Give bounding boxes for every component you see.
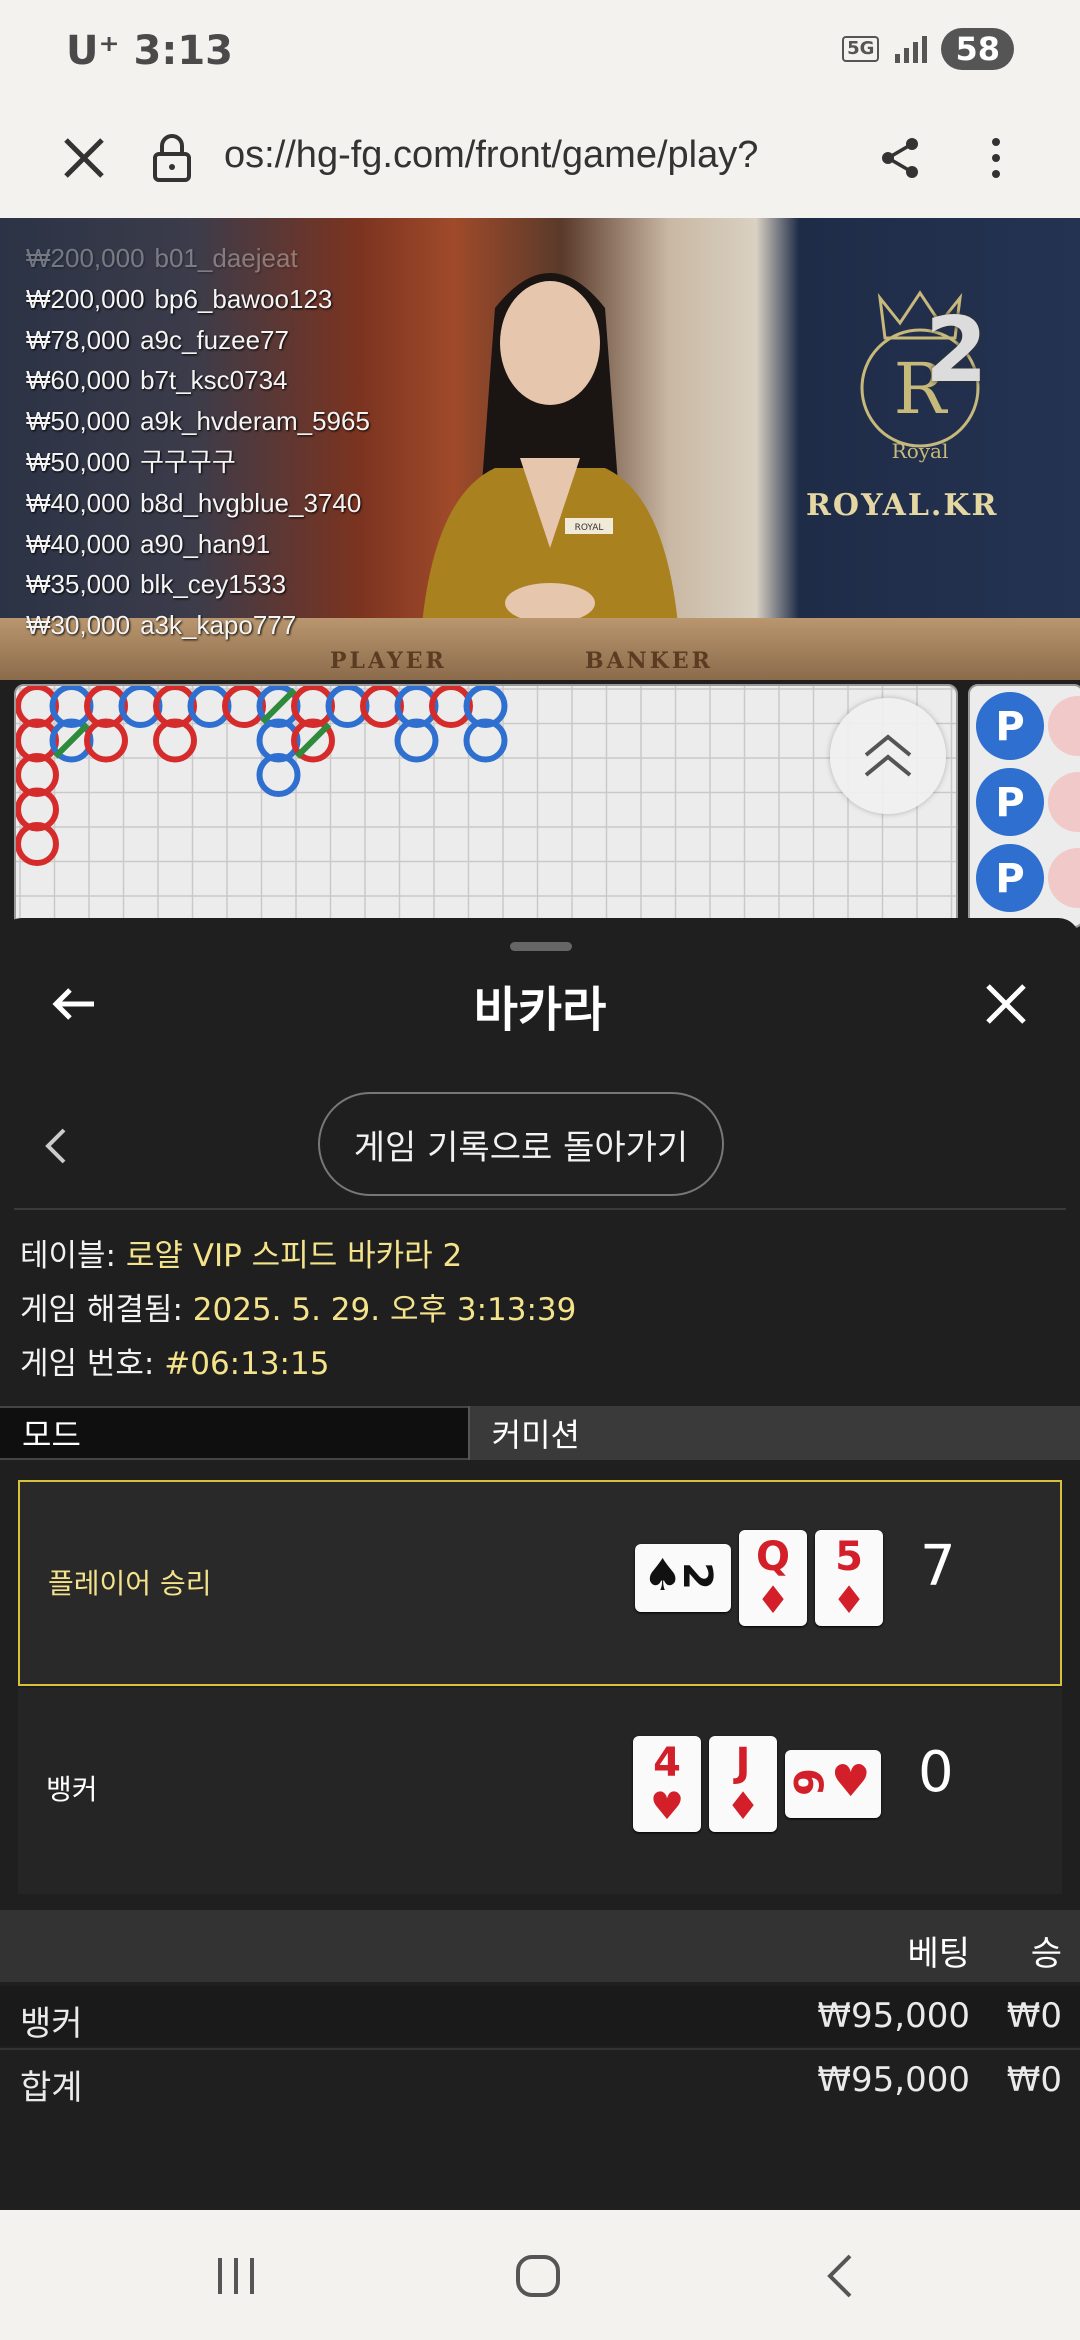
banker-cards: 4 ♥ J ♦ 6 ♥ — [633, 1736, 881, 1832]
player-score: 7 — [920, 1534, 956, 1599]
playing-card: ♠ 2 — [635, 1544, 731, 1612]
bet-feed-row: ₩200,000 bp6_bawoo123 — [26, 283, 333, 314]
bet-column-header: 베팅 — [907, 1934, 970, 1974]
expand-up-button[interactable] — [830, 698, 946, 814]
recent-apps-icon[interactable] — [214, 2254, 258, 2298]
back-to-history-button[interactable]: 게임 기록으로 돌아가기 — [318, 1092, 724, 1196]
player-cards: ♠ 2 Q ♦ 5 ♦ — [635, 1530, 883, 1626]
banker-result-label: 뱅커 — [46, 1773, 98, 1806]
bead-road-grid — [16, 686, 956, 926]
browser-toolbar: os://hg-fg.com/front/game/play? — [0, 100, 1080, 218]
player-area-label: PLAYER — [330, 648, 447, 674]
bet-feed-row: ₩35,000 blk_cey1533 — [26, 569, 287, 600]
summary-total-row: 합계 ₩95,000 ₩0 — [0, 2048, 1080, 2110]
win-column-header: 승 — [1030, 1934, 1062, 1974]
playing-card: 4 ♥ — [633, 1736, 701, 1832]
live-video[interactable]: R Royal 2 ROYAL.KR ROYAL PLAYER BANKER ₩… — [0, 218, 1080, 680]
summary-row: 뱅커 ₩95,000 ₩0 — [0, 1986, 1080, 2046]
url-field[interactable]: os://hg-fg.com/front/game/play? — [224, 134, 834, 177]
side-road-grid: PPP — [976, 692, 1080, 912]
bet-feed-row: ₩78,000 a9c_fuzee77 — [26, 324, 289, 355]
status-bar: U⁺ 3:13 5G 58 — [0, 0, 1080, 100]
bet-feed-row: ₩30,000 a3k_kapo777 — [26, 610, 297, 641]
banker-area-label: BANKER — [585, 648, 713, 674]
system-nav-bar — [0, 2210, 1080, 2340]
round-number: 2 — [925, 298, 988, 403]
home-icon[interactable] — [514, 2254, 562, 2298]
playing-card: 6 ♥ — [784, 1750, 881, 1818]
status-icons: 5G 58 — [842, 28, 1014, 70]
battery-icon: 58 — [941, 28, 1014, 70]
side-road-marker: P — [995, 780, 1024, 826]
bet-feed-row: ₩60,000 b7t_ksc0734 — [26, 365, 288, 396]
playing-card: 5 ♦ — [815, 1530, 883, 1626]
close-tab-icon[interactable] — [52, 126, 116, 190]
side-road-banker-bead — [1048, 696, 1080, 756]
tab-commission[interactable]: 커미션 — [467, 1406, 1080, 1460]
bet-feed-row: ₩40,000 a90_han91 — [26, 528, 271, 559]
crest-word: Royal — [892, 439, 949, 463]
lock-icon[interactable] — [140, 126, 204, 190]
playing-card: Q ♦ — [739, 1530, 807, 1626]
side-road-marker: P — [995, 856, 1024, 902]
back-nav-icon[interactable] — [822, 2252, 858, 2300]
side-road-banker-bead — [1048, 848, 1080, 908]
drag-handle[interactable] — [510, 942, 572, 951]
tie-slash — [260, 687, 297, 725]
info-resolved: 게임 해결됨: 2025. 5. 29. 오후 3:13:39 — [20, 1292, 577, 1328]
tab-mode[interactable]: 모드 — [0, 1406, 468, 1460]
network-5g-icon: 5G — [842, 36, 880, 62]
divider — [14, 1208, 1066, 1210]
dealer-figure: ROYAL — [420, 273, 680, 648]
bead-road[interactable] — [14, 684, 958, 928]
side-road[interactable]: PPP — [968, 684, 1080, 928]
royal-crest-logo: R Royal — [860, 290, 980, 463]
share-icon[interactable] — [868, 126, 932, 190]
close-icon[interactable] — [982, 980, 1030, 1028]
more-menu-icon[interactable] — [964, 126, 1028, 190]
tie-slash — [53, 722, 90, 759]
info-game-number: 게임 번호: #06:13:15 — [20, 1346, 330, 1382]
banker-outcome: 뱅커 4 ♥ J ♦ 6 ♥ 0 — [18, 1688, 1062, 1894]
tie-slash — [294, 722, 332, 759]
bet-feed-row: ₩50,000 a9k_hvderam_5965 — [26, 406, 370, 437]
signal-icon — [895, 36, 928, 63]
playing-card: J ♦ — [709, 1736, 777, 1832]
brand-logo: ROYAL.KR — [806, 488, 999, 523]
bet-feed-row: ₩200,000 b01_daejeat — [26, 243, 298, 273]
chevron-left-icon[interactable] — [40, 1122, 72, 1170]
bet-feed-row: ₩50,000 구구구구 — [26, 446, 236, 477]
side-road-banker-bead — [1048, 772, 1080, 832]
chevron-double-up-icon — [864, 734, 912, 777]
info-table: 테이블: 로얄 VIP 스피드 바카라 2 — [20, 1238, 463, 1274]
bet-feed-row: ₩40,000 b8d_hvgblue_3740 — [26, 487, 362, 518]
player-result-label: 플레이어 승리 — [48, 1567, 212, 1600]
side-road-marker: P — [995, 704, 1024, 750]
carrier-time: U⁺ 3:13 — [66, 28, 234, 74]
dealer-name-tag: ROYAL — [575, 523, 604, 533]
sheet-title: 바카라 — [473, 982, 607, 1038]
banker-score: 0 — [918, 1740, 954, 1805]
bet-feed: ₩200,000 b01_daejeat ₩200,000 bp6_bawoo123… — [26, 238, 370, 646]
summary-header: 베팅 승 — [0, 1910, 1080, 1982]
detail-tabs: 모드 커미션 — [0, 1406, 1080, 1460]
player-outcome: 플레이어 승리 ♠ 2 Q ♦ 5 ♦ 7 — [18, 1480, 1062, 1686]
